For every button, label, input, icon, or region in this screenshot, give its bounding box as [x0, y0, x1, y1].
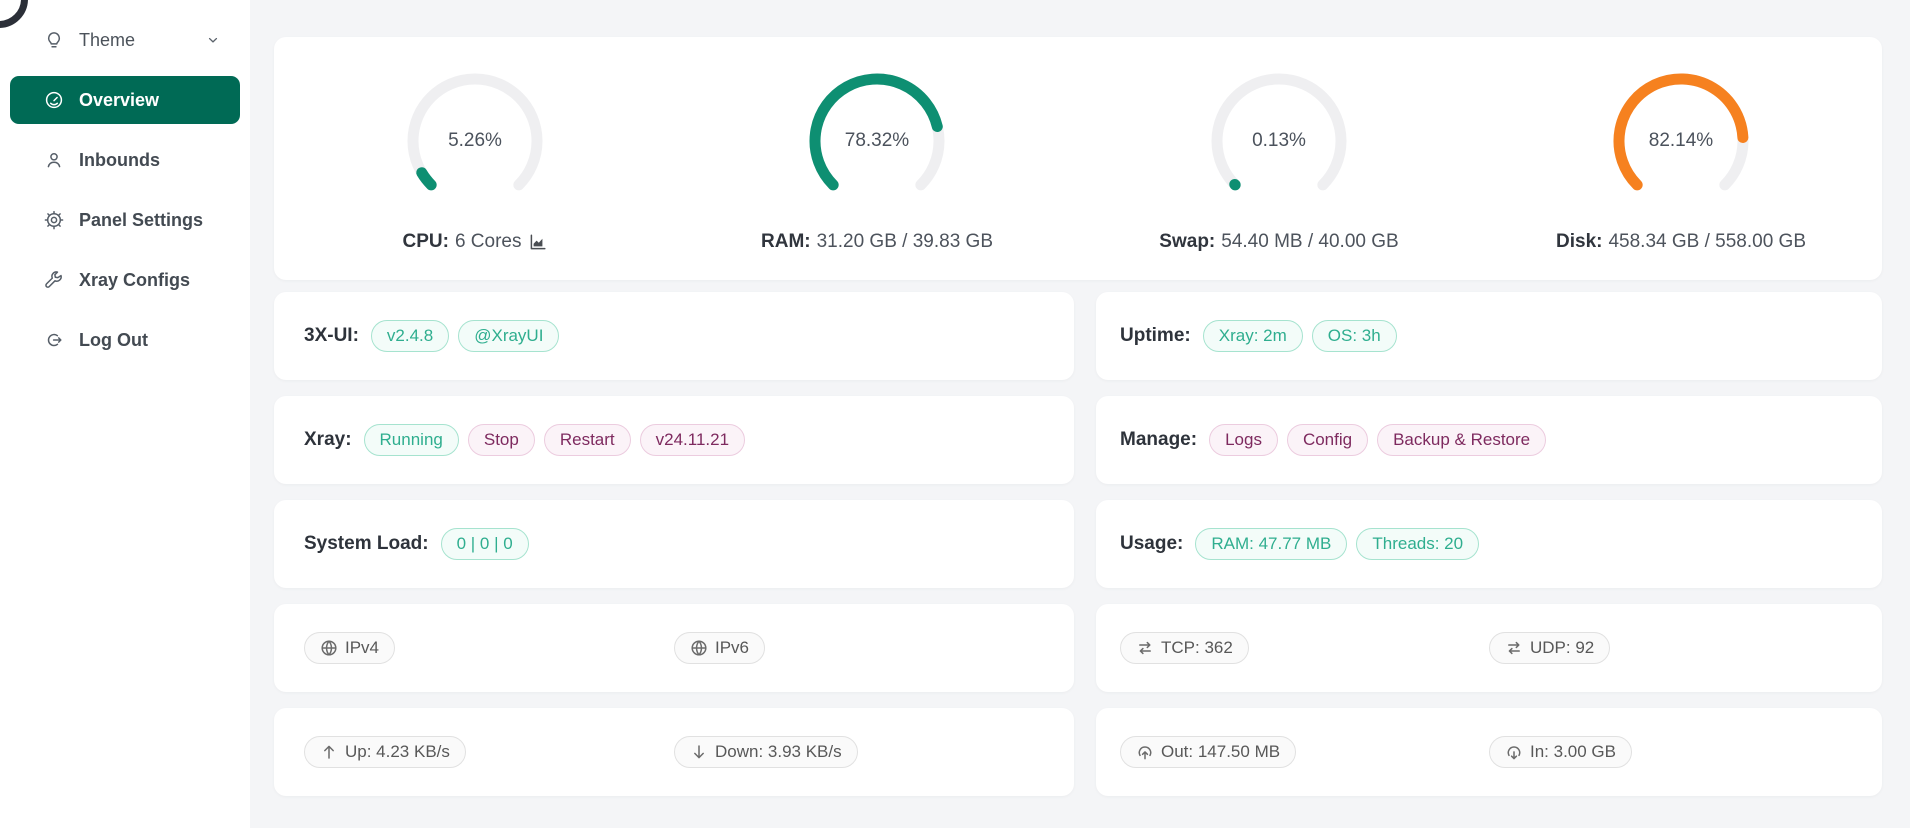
card-label: System Load:	[304, 533, 429, 555]
uptime-card: Uptime: Xray: 2m OS: 3h	[1096, 292, 1882, 380]
tag-system-load: 0 | 0 | 0	[441, 528, 529, 560]
globe-icon	[690, 639, 708, 657]
swap-gauge-value: 0.13%	[1203, 65, 1355, 217]
card-label: 3X-UI:	[304, 325, 359, 347]
config-button[interactable]: Config	[1287, 424, 1368, 456]
tag-ipv4[interactable]: IPv4	[304, 632, 395, 664]
card-label: Usage:	[1120, 533, 1183, 555]
gauge-swap: 0.13% Swap: 54.40 MB / 40.00 GB	[1078, 65, 1480, 253]
stop-xray-button[interactable]: Stop	[468, 424, 535, 456]
tag-xray-status: Running	[364, 424, 459, 456]
card-label: Manage:	[1120, 429, 1197, 451]
cpu-gauge-value: 5.26%	[399, 65, 551, 217]
tag-tcp-count: TCP: 362	[1120, 632, 1249, 664]
manage-card: Manage: Logs Config Backup & Restore	[1096, 396, 1882, 484]
tag-traffic-in: In: 3.00 GB	[1489, 736, 1632, 768]
card-label: Uptime:	[1120, 325, 1191, 347]
sidebar-item-label: Overview	[79, 90, 159, 111]
tag-upload-speed: Up: 4.23 KB/s	[304, 736, 466, 768]
sidebar-item-overview[interactable]: Overview	[10, 76, 240, 124]
speed-card: Up: 4.23 KB/s Down: 3.93 KB/s	[274, 708, 1074, 796]
logout-icon	[44, 330, 64, 350]
bulb-icon	[44, 30, 64, 50]
gauge-ram: 78.32% RAM: 31.20 GB / 39.83 GB	[676, 65, 1078, 253]
system-status-card: 5.26% CPU: 6 Cores 78.32% RAM: 31.20 GB …	[274, 37, 1882, 280]
system-load-card: System Load: 0 | 0 | 0	[274, 500, 1074, 588]
tag-ram-usage: RAM: 47.77 MB	[1195, 528, 1347, 560]
ip-card: IPv4 IPv6	[274, 604, 1074, 692]
tag-threads: Threads: 20	[1356, 528, 1479, 560]
tag-download-speed: Down: 3.93 KB/s	[674, 736, 858, 768]
chevron-down-icon	[204, 31, 222, 49]
sidebar: Theme Overview Inbounds Panel Settings	[0, 0, 250, 828]
xray-control-card: Xray: Running Stop Restart v24.11.21	[274, 396, 1074, 484]
user-icon	[44, 150, 64, 170]
restart-xray-button[interactable]: Restart	[544, 424, 631, 456]
usage-card: Usage: RAM: 47.77 MB Threads: 20	[1096, 500, 1882, 588]
sidebar-item-xray-configs[interactable]: Xray Configs	[10, 256, 240, 304]
cloud-download-icon	[1505, 743, 1523, 761]
wrench-icon	[44, 270, 64, 290]
main-content: 5.26% CPU: 6 Cores 78.32% RAM: 31.20 GB …	[250, 0, 1910, 828]
tag-telegram-channel[interactable]: @XrayUI	[458, 320, 559, 352]
arrow-down-icon	[690, 743, 708, 761]
tag-xray-uptime: Xray: 2m	[1203, 320, 1303, 352]
arrow-up-icon	[320, 743, 338, 761]
sidebar-item-label: Inbounds	[79, 150, 160, 171]
ram-gauge-value: 78.32%	[801, 65, 953, 217]
gauge-cpu: 5.26% CPU: 6 Cores	[274, 65, 676, 253]
swap-gauge-label: Swap: 54.40 MB / 40.00 GB	[1159, 231, 1398, 253]
panel-version-card: 3X-UI: v2.4.8 @XrayUI	[274, 292, 1074, 380]
sidebar-item-label: Xray Configs	[79, 270, 190, 291]
tag-udp-count: UDP: 92	[1489, 632, 1610, 664]
dashboard-gauge-icon	[44, 90, 64, 110]
sidebar-item-theme[interactable]: Theme	[10, 16, 240, 64]
card-label: Xray:	[304, 429, 352, 451]
sidebar-item-label: Panel Settings	[79, 210, 203, 231]
logs-button[interactable]: Logs	[1209, 424, 1278, 456]
gauge-disk: 82.14% Disk: 458.34 GB / 558.00 GB	[1480, 65, 1882, 253]
info-grid: 3X-UI: v2.4.8 @XrayUI Uptime: Xray: 2m O…	[274, 292, 1882, 796]
tag-panel-version[interactable]: v2.4.8	[371, 320, 449, 352]
disk-gauge-value: 82.14%	[1605, 65, 1757, 217]
swap-arrows-icon	[1136, 639, 1154, 657]
gear-icon	[44, 210, 64, 230]
ram-gauge-label: RAM: 31.20 GB / 39.83 GB	[761, 231, 993, 253]
sidebar-item-inbounds[interactable]: Inbounds	[10, 136, 240, 184]
disk-gauge-label: Disk: 458.34 GB / 558.00 GB	[1556, 231, 1806, 253]
sidebar-item-label: Theme	[79, 30, 135, 51]
tag-ipv6[interactable]: IPv6	[674, 632, 765, 664]
tag-traffic-out: Out: 147.50 MB	[1120, 736, 1296, 768]
globe-icon	[320, 639, 338, 657]
sidebar-item-logout[interactable]: Log Out	[10, 316, 240, 364]
tag-os-uptime: OS: 3h	[1312, 320, 1397, 352]
cpu-gauge-label: CPU: 6 Cores	[403, 231, 548, 253]
tag-xray-version[interactable]: v24.11.21	[640, 424, 745, 456]
backup-restore-button[interactable]: Backup & Restore	[1377, 424, 1546, 456]
swap-arrows-icon	[1505, 639, 1523, 657]
cpu-history-chart-icon[interactable]	[529, 233, 547, 251]
sidebar-item-label: Log Out	[79, 330, 148, 351]
sidebar-item-panel-settings[interactable]: Panel Settings	[10, 196, 240, 244]
traffic-card: Out: 147.50 MB In: 3.00 GB	[1096, 708, 1882, 796]
cloud-upload-icon	[1136, 743, 1154, 761]
connections-card: TCP: 362 UDP: 92	[1096, 604, 1882, 692]
